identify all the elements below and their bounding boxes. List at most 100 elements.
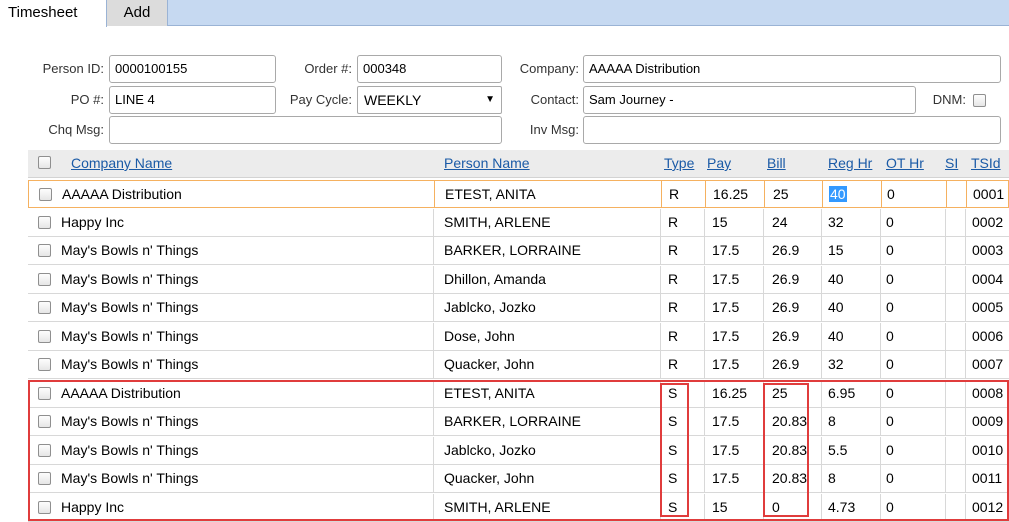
ot-hr-cell[interactable]: 0 bbox=[887, 181, 895, 208]
reg-hr-cell[interactable]: 32 bbox=[828, 209, 844, 236]
inv-msg-field[interactable] bbox=[583, 116, 1001, 144]
reg-hr-cell[interactable]: 32 bbox=[828, 351, 844, 378]
type-cell[interactable]: R bbox=[668, 351, 678, 378]
pay-cell[interactable]: 17.5 bbox=[712, 294, 739, 321]
po-label: PO #: bbox=[70, 92, 104, 107]
column-company-name[interactable]: Company Name bbox=[71, 150, 172, 178]
tsid-cell-text: 0007 bbox=[972, 356, 1004, 372]
type-cell[interactable]: R bbox=[669, 181, 679, 208]
ot-hr-cell-text: 0 bbox=[886, 242, 894, 258]
pay-cell[interactable]: 15 bbox=[712, 209, 728, 236]
type-cell[interactable]: R bbox=[668, 266, 678, 293]
ot-hr-cell[interactable]: 0 bbox=[886, 209, 894, 236]
reg-hr-cell[interactable]: 40 bbox=[828, 266, 844, 293]
bill-cell[interactable]: 26.9 bbox=[772, 294, 799, 321]
company-cell[interactable]: Happy Inc bbox=[61, 209, 124, 236]
company-cell-text: May's Bowls n' Things bbox=[61, 299, 199, 315]
select-all-checkbox[interactable] bbox=[38, 156, 51, 169]
pay-cycle-select[interactable]: WEEKLY ▼ bbox=[357, 86, 502, 114]
person-cell[interactable]: BARKER, LORRAINE bbox=[444, 237, 581, 264]
chq-msg-field[interactable] bbox=[109, 116, 502, 144]
po-field[interactable]: LINE 4 bbox=[109, 86, 276, 114]
table-row[interactable]: Happy Inc SMITH, ARLENE R 15 24 32 0 0002 bbox=[28, 208, 1009, 237]
tsid-cell[interactable]: 0003 bbox=[972, 237, 1003, 264]
person-cell[interactable]: Dose, John bbox=[444, 323, 515, 350]
company-cell[interactable]: May's Bowls n' Things bbox=[61, 351, 198, 378]
dnm-checkbox[interactable] bbox=[973, 94, 986, 107]
person-cell[interactable]: SMITH, ARLENE bbox=[444, 209, 551, 236]
person-cell[interactable]: Jablcko, Jozko bbox=[444, 294, 536, 321]
tab-add[interactable]: Add bbox=[107, 0, 168, 26]
company-cell[interactable]: May's Bowls n' Things bbox=[61, 323, 198, 350]
company-cell[interactable]: May's Bowls n' Things bbox=[61, 294, 198, 321]
pay-cell[interactable]: 17.5 bbox=[712, 266, 739, 293]
bill-cell[interactable]: 26.9 bbox=[772, 237, 799, 264]
bill-cell[interactable]: 25 bbox=[773, 181, 789, 208]
person-cell[interactable]: Dhillon, Amanda bbox=[444, 266, 546, 293]
person-cell[interactable]: ETEST, ANITA bbox=[445, 181, 536, 208]
type-cell-text: R bbox=[668, 242, 679, 258]
tsid-cell[interactable]: 0006 bbox=[972, 323, 1003, 350]
type-cell[interactable]: R bbox=[668, 323, 678, 350]
tsid-cell[interactable]: 0001 bbox=[973, 181, 1004, 208]
column-pay[interactable]: Pay bbox=[707, 150, 731, 178]
column-type[interactable]: Type bbox=[664, 150, 694, 178]
bill-cell[interactable]: 26.9 bbox=[772, 351, 799, 378]
tsid-cell[interactable]: 0005 bbox=[972, 294, 1003, 321]
contact-field[interactable]: Sam Journey - bbox=[583, 86, 916, 114]
ot-hr-cell[interactable]: 0 bbox=[886, 294, 894, 321]
tab-timesheet[interactable]: Timesheet bbox=[0, 0, 107, 27]
type-cell[interactable]: R bbox=[668, 294, 678, 321]
chq-msg-label: Chq Msg: bbox=[48, 122, 104, 137]
column-divider bbox=[880, 265, 881, 293]
ot-hr-cell[interactable]: 0 bbox=[886, 237, 894, 264]
type-cell[interactable]: R bbox=[668, 237, 678, 264]
column-divider bbox=[965, 237, 966, 264]
bill-cell[interactable]: 24 bbox=[772, 209, 788, 236]
ot-hr-cell[interactable]: 0 bbox=[886, 351, 894, 378]
row-checkbox[interactable] bbox=[38, 301, 51, 314]
annotation-box-bill-column bbox=[763, 383, 809, 517]
company-cell[interactable]: AAAAA Distribution bbox=[62, 181, 182, 208]
row-checkbox[interactable] bbox=[38, 244, 51, 257]
table-row[interactable]: May's Bowls n' Things Jablcko, Jozko R 17.5… bbox=[28, 294, 1009, 322]
reg-hr-cell[interactable]: 40 bbox=[829, 181, 847, 208]
order-field[interactable]: 000348 bbox=[357, 55, 502, 83]
table-row[interactable]: May's Bowls n' Things Dose, John R 17.5 26.9… bbox=[28, 322, 1009, 351]
tsid-cell[interactable]: 0004 bbox=[972, 266, 1003, 293]
bill-cell[interactable]: 26.9 bbox=[772, 266, 799, 293]
company-cell[interactable]: May's Bowls n' Things bbox=[61, 237, 198, 264]
ot-hr-cell[interactable]: 0 bbox=[886, 323, 894, 350]
pay-cell[interactable]: 17.5 bbox=[712, 323, 739, 350]
pay-cell[interactable]: 17.5 bbox=[712, 351, 739, 378]
table-row[interactable]: May's Bowls n' Things Quacker, John R 17.5 2… bbox=[28, 351, 1009, 379]
person-cell[interactable]: Quacker, John bbox=[444, 351, 534, 378]
row-checkbox[interactable] bbox=[38, 272, 51, 286]
reg-hr-cell[interactable]: 40 bbox=[828, 294, 844, 321]
row-checkbox[interactable] bbox=[38, 358, 51, 371]
column-si[interactable]: SI bbox=[945, 150, 958, 178]
column-ot-hr[interactable]: OT Hr bbox=[886, 150, 924, 178]
table-row[interactable]: May's Bowls n' Things BARKER, LORRAINE R 17… bbox=[28, 237, 1009, 265]
reg-hr-cell[interactable]: 15 bbox=[828, 237, 844, 264]
pay-cell[interactable]: 17.5 bbox=[712, 237, 739, 264]
column-bill[interactable]: Bill bbox=[767, 150, 786, 178]
column-reg-hr[interactable]: Reg Hr bbox=[828, 150, 872, 178]
tsid-cell[interactable]: 0007 bbox=[972, 351, 1003, 378]
row-checkbox[interactable] bbox=[39, 188, 52, 201]
reg-hr-cell[interactable]: 40 bbox=[828, 323, 844, 350]
company-cell[interactable]: May's Bowls n' Things bbox=[61, 266, 198, 293]
table-row[interactable]: May's Bowls n' Things Dhillon, Amanda R 17.… bbox=[28, 265, 1009, 294]
column-person-name[interactable]: Person Name bbox=[444, 150, 530, 178]
row-checkbox[interactable] bbox=[38, 329, 51, 343]
company-field[interactable]: AAAAA Distribution bbox=[583, 55, 1001, 83]
bill-cell[interactable]: 26.9 bbox=[772, 323, 799, 350]
person-id-field[interactable]: 0000100155 bbox=[109, 55, 276, 83]
table-row[interactable]: AAAAA Distribution ETEST, ANITA R 16.25 25 40… bbox=[28, 180, 1009, 208]
pay-cell[interactable]: 16.25 bbox=[713, 181, 748, 208]
type-cell[interactable]: R bbox=[668, 209, 678, 236]
tsid-cell[interactable]: 0002 bbox=[972, 209, 1003, 236]
column-tsid[interactable]: TSId bbox=[971, 150, 1001, 178]
ot-hr-cell[interactable]: 0 bbox=[886, 266, 894, 293]
row-checkbox[interactable] bbox=[38, 215, 51, 229]
